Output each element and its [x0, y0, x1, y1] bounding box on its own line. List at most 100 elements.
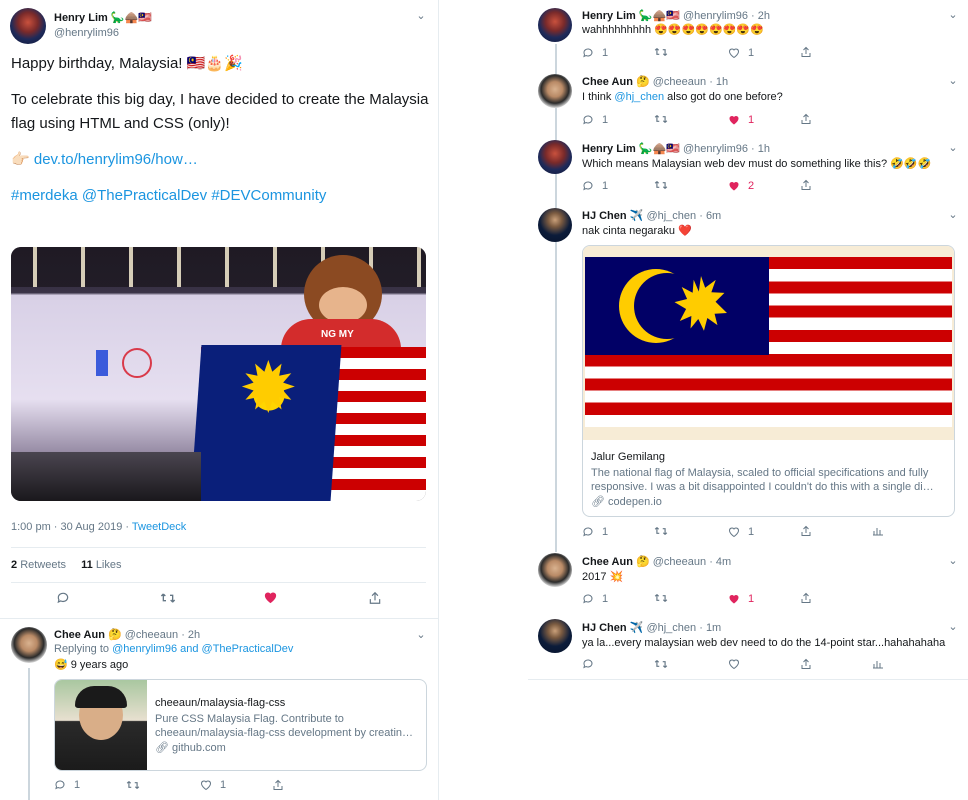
- tweet-source[interactable]: TweetDeck: [132, 521, 186, 533]
- heart-icon: [728, 48, 740, 59]
- thread-tweet[interactable]: HJ Chen ✈️ @hj_chen · 6m ⌄ nak cinta neg…: [528, 200, 968, 545]
- analytics-icon[interactable]: [872, 658, 884, 673]
- heart-icon: [729, 116, 739, 125]
- author-handle[interactable]: @henrylim96: [54, 27, 119, 39]
- mention-practicaldev[interactable]: @ThePracticalDev: [82, 187, 207, 204]
- retweet-icon[interactable]: [654, 46, 668, 61]
- likes-stat[interactable]: 11 Likes: [81, 559, 121, 571]
- reply-author-name[interactable]: Chee Aun: [54, 629, 105, 641]
- avatar[interactable]: [538, 140, 572, 174]
- retweet-icon[interactable]: [654, 658, 668, 673]
- share-icon[interactable]: [272, 779, 284, 794]
- hashtag-merdeka[interactable]: #merdeka: [11, 187, 78, 204]
- author-handle[interactable]: @hj_chen: [646, 622, 696, 634]
- author-handle[interactable]: @cheeaun: [653, 556, 706, 568]
- author-name[interactable]: HJ Chen: [582, 210, 627, 222]
- author-name[interactable]: Henry Lim: [582, 10, 636, 22]
- reply-button[interactable]: 1: [582, 180, 608, 192]
- avatar[interactable]: [10, 8, 46, 44]
- reply-time: · 2h: [181, 629, 201, 641]
- tweet-time: 1:00 pm · 30 Aug 2019 ·: [11, 521, 132, 533]
- avatar[interactable]: [11, 627, 47, 663]
- thread-tweet[interactable]: Henry Lim 🦕🛖🇲🇾 @henrylim96 · 2h ⌄ wahhhh…: [528, 0, 968, 66]
- retweet-icon[interactable]: [654, 525, 668, 540]
- reply-author-handle[interactable]: @cheeaun: [125, 629, 178, 641]
- heart-icon: [729, 182, 739, 191]
- share-icon[interactable]: [800, 592, 812, 607]
- tweet-photo[interactable]: NG MY ✹: [11, 247, 426, 501]
- chevron-down-icon[interactable]: ⌄: [416, 11, 426, 22]
- chevron-down-icon[interactable]: ⌄: [948, 210, 958, 221]
- replying-to-mentions[interactable]: @henrylim96 and @ThePracticalDev: [112, 643, 293, 655]
- share-icon[interactable]: [800, 179, 812, 194]
- author-name[interactable]: HJ Chen: [582, 622, 627, 634]
- avatar[interactable]: [538, 74, 572, 108]
- like-button[interactable]: 1: [728, 114, 754, 126]
- reply-body: 😅 9 years ago: [54, 659, 129, 671]
- avatar[interactable]: [538, 553, 572, 587]
- author-handle[interactable]: @hj_chen: [646, 210, 696, 222]
- share-icon[interactable]: [800, 113, 812, 128]
- reply-action-bar: 1 1: [54, 779, 424, 793]
- card-description: The national flag of Malaysia, scaled to…: [591, 467, 934, 493]
- share-icon[interactable]: [368, 591, 382, 608]
- chevron-down-icon[interactable]: ⌄: [416, 630, 426, 641]
- thread-tweet[interactable]: HJ Chen ✈️ @hj_chen · 1m ⌄ ya la...every…: [528, 613, 968, 679]
- author-name[interactable]: Chee Aun: [582, 76, 633, 88]
- divider: [11, 582, 426, 583]
- mention-hj-chen[interactable]: @hj_chen: [614, 91, 664, 103]
- like-button[interactable]: 1: [728, 47, 754, 59]
- tweet-time: · 4m: [709, 556, 732, 568]
- reply-icon[interactable]: [56, 591, 70, 608]
- retweet-icon[interactable]: [160, 591, 176, 608]
- heart-icon[interactable]: [728, 658, 740, 673]
- share-icon[interactable]: [800, 46, 812, 61]
- avatar[interactable]: [538, 208, 572, 242]
- author-name[interactable]: Henry Lim: [54, 12, 108, 24]
- thread-tweet[interactable]: Henry Lim 🦕🛖🇲🇾 @henrylim96 · 1h ⌄ Which …: [528, 132, 968, 200]
- author-name[interactable]: Henry Lim: [582, 143, 636, 155]
- author-line: Henry Lim 🦕🛖🇲🇾: [54, 11, 152, 24]
- article-link[interactable]: dev.to/henrylim96/how…: [34, 151, 198, 168]
- author-handle[interactable]: @henrylim96: [683, 143, 748, 155]
- action-bar: 1 1: [582, 46, 962, 60]
- tweet-body: Happy birthday, Malaysia! 🇲🇾🎂🎉 To celebr…: [11, 52, 431, 208]
- reply-button[interactable]: 1: [582, 593, 608, 605]
- chevron-down-icon[interactable]: ⌄: [948, 76, 958, 87]
- hashtag-devcommunity[interactable]: #DEVCommunity: [211, 187, 326, 204]
- retweets-stat[interactable]: 2 Retweets: [11, 559, 66, 571]
- heart-icon: [728, 527, 740, 538]
- link-card-codepen[interactable]: Jalur Gemilang The national flag of Mala…: [582, 245, 955, 517]
- chevron-down-icon[interactable]: ⌄: [948, 143, 958, 154]
- like-button[interactable]: 2: [728, 180, 754, 192]
- reply-icon: [55, 780, 65, 790]
- author-handle[interactable]: @cheeaun: [653, 76, 706, 88]
- reply-button[interactable]: 1: [582, 526, 608, 538]
- chevron-down-icon[interactable]: ⌄: [948, 622, 958, 633]
- chevron-down-icon[interactable]: ⌄: [948, 556, 958, 567]
- link-card-github[interactable]: cheeaun/malaysia-flag-css Pure CSS Malay…: [54, 679, 427, 771]
- divider: [0, 618, 438, 619]
- thread-tweet[interactable]: Chee Aun 🤔 @cheeaun · 1h ⌄ I think @hj_c…: [528, 66, 968, 132]
- heart-icon[interactable]: [263, 590, 278, 608]
- like-button[interactable]: 1: [728, 593, 754, 605]
- author-name[interactable]: Chee Aun: [582, 556, 633, 568]
- reply-button[interactable]: 1: [582, 47, 608, 59]
- retweet-icon[interactable]: [654, 179, 668, 194]
- reply-icon[interactable]: [582, 658, 594, 673]
- share-icon[interactable]: [800, 525, 812, 540]
- avatar[interactable]: [538, 8, 572, 42]
- share-icon[interactable]: [800, 658, 812, 673]
- reply-button[interactable]: 1: [582, 114, 608, 126]
- retweet-icon[interactable]: [654, 592, 668, 607]
- thread-tweet[interactable]: Chee Aun 🤔 @cheeaun · 4m ⌄ 2017 💥 1 1: [528, 545, 968, 613]
- author-handle[interactable]: @henrylim96: [683, 10, 748, 22]
- reply-button[interactable]: 1: [54, 779, 80, 791]
- like-button[interactable]: 1: [200, 779, 226, 791]
- chevron-down-icon[interactable]: ⌄: [948, 10, 958, 21]
- avatar[interactable]: [538, 619, 572, 653]
- retweet-icon[interactable]: [654, 113, 668, 128]
- analytics-icon[interactable]: [872, 525, 884, 540]
- retweet-icon[interactable]: [126, 779, 140, 794]
- like-button[interactable]: 1: [728, 526, 754, 538]
